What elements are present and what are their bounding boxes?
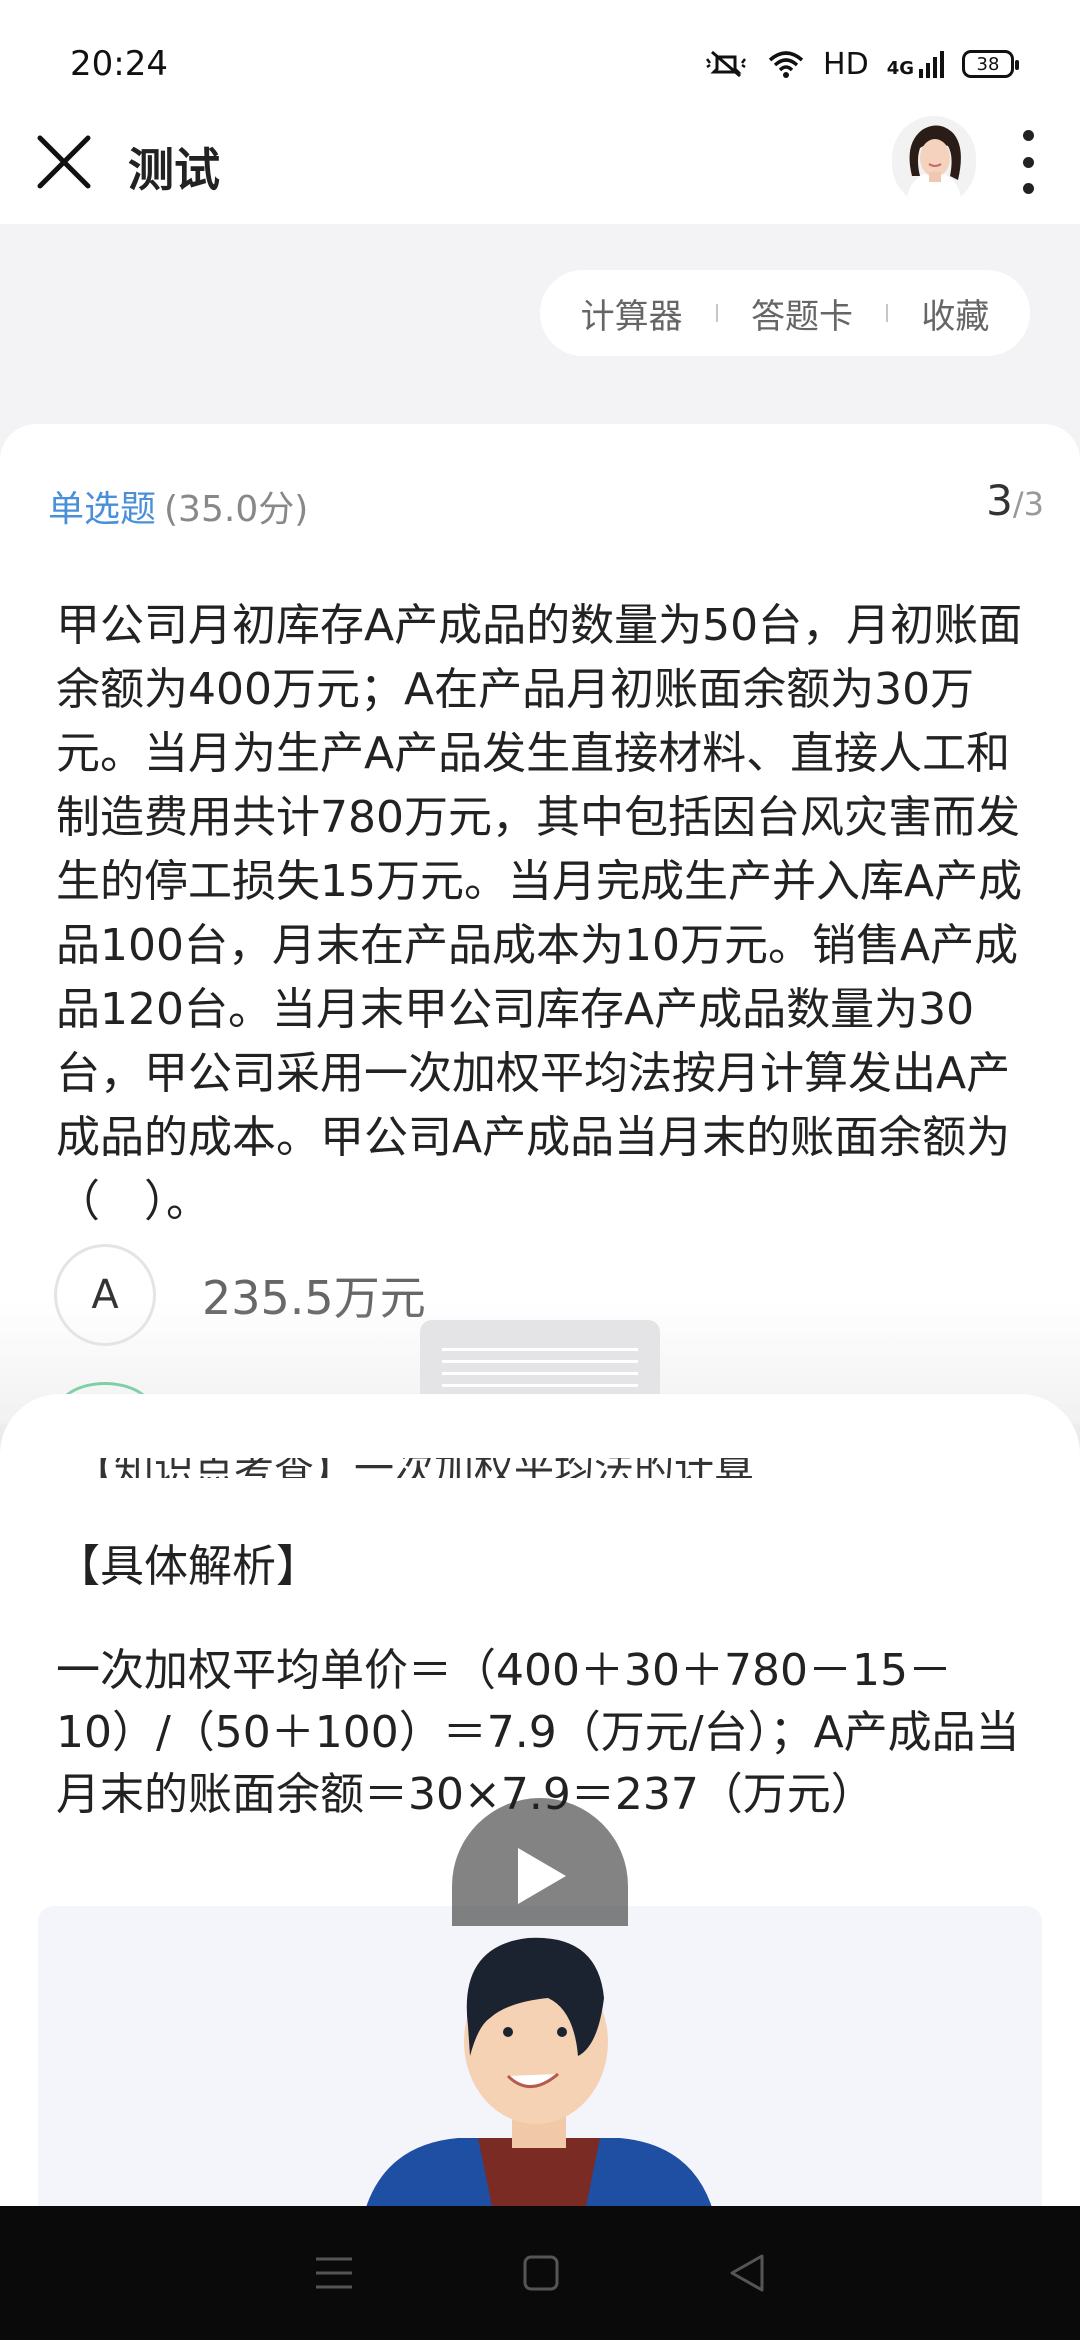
video-card[interactable]	[38, 1906, 1042, 2224]
analysis-heading: 【具体解析】	[56, 1541, 320, 1592]
handle-line	[442, 1384, 638, 1387]
analysis-cut-line: 【知识点考查】一次加权平均法的计算	[74, 1458, 834, 1478]
analysis-cut-text: 【知识点考查】一次加权平均法的计算	[74, 1458, 754, 1478]
top-bar: 测试	[0, 100, 1080, 224]
more-dot	[1022, 156, 1034, 168]
navigation-bar	[0, 2206, 1080, 2340]
menu-icon[interactable]	[314, 2255, 354, 2291]
question-score: (35.0分)	[164, 489, 309, 530]
back-icon[interactable]	[728, 2253, 766, 2293]
hd-label: HD	[823, 46, 869, 82]
play-button[interactable]	[452, 1796, 628, 1926]
question-current: 3	[986, 476, 1013, 525]
wifi-icon	[768, 51, 804, 78]
more-button[interactable]	[1010, 126, 1046, 198]
favorite-button[interactable]: 收藏	[921, 289, 989, 338]
video-thumbnail	[38, 1906, 1042, 2224]
play-icon	[452, 1798, 628, 1926]
answer-card-button[interactable]: 答题卡	[751, 289, 853, 338]
page-title: 测试	[128, 143, 220, 197]
tool-divider	[886, 304, 889, 322]
handle-line	[442, 1360, 638, 1363]
more-dot	[1022, 183, 1034, 194]
tool-pill: 计算器 答题卡 收藏	[540, 270, 1030, 356]
question-text: 甲公司月初库存A产成品的数量为50台，月初账面余额为400万元；A在产品月初账面…	[56, 600, 1023, 1227]
network-type-label: 4G	[886, 58, 914, 79]
close-button[interactable]	[32, 130, 96, 194]
tool-divider	[715, 304, 718, 322]
more-dot	[1022, 130, 1034, 141]
handle-line	[442, 1372, 638, 1375]
close-icon	[37, 135, 91, 189]
signal-icon: 4G	[887, 49, 944, 79]
calculator-button[interactable]: 计算器	[581, 289, 683, 338]
mute-icon	[706, 50, 747, 78]
question-counter: 3/3	[986, 476, 1044, 525]
handle-line	[442, 1348, 638, 1351]
question-type-label: 单选题	[48, 489, 157, 530]
question-card: 单选题 (35.0分) 3/3 甲公司月初库存A产成品的数量为50台，月初账面余额…	[0, 424, 1080, 1442]
question-total: /3	[1012, 485, 1044, 523]
question-type: 单选题 (35.0分)	[48, 480, 308, 532]
status-icons: HD 4G 38	[703, 44, 1019, 84]
home-icon[interactable]	[522, 2254, 560, 2292]
avatar[interactable]	[892, 116, 976, 206]
battery-icon: 38	[962, 50, 1019, 78]
sheet-drag-handle[interactable]	[420, 1320, 660, 1400]
status-time: 20:24	[70, 44, 168, 84]
battery-level: 38	[976, 53, 1000, 75]
